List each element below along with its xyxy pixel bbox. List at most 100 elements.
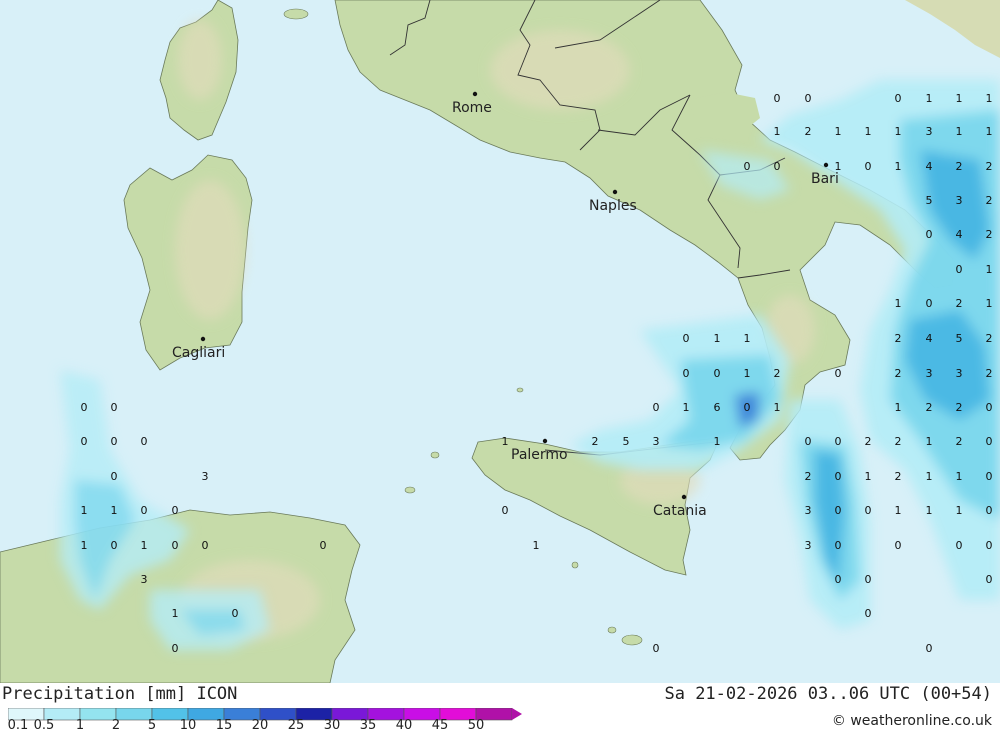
- precip-value: 1: [926, 470, 933, 483]
- precip-value: 0: [865, 504, 872, 517]
- city-label: Rome: [452, 100, 492, 116]
- precip-value: 2: [986, 228, 993, 241]
- precip-value: 0: [865, 573, 872, 586]
- precip-value: 5: [956, 332, 963, 345]
- precip-value: 0: [986, 539, 993, 552]
- precip-value: 2: [805, 470, 812, 483]
- precip-value: 0: [81, 435, 88, 448]
- precip-value: 1: [533, 539, 540, 552]
- precip-value: 2: [926, 401, 933, 414]
- legend-label: 35: [359, 718, 377, 733]
- precip-value: 1: [502, 435, 509, 448]
- precip-value: 2: [865, 435, 872, 448]
- precip-value: 0: [744, 401, 751, 414]
- precip-value: 0: [111, 401, 118, 414]
- precip-value: 2: [956, 160, 963, 173]
- precip-value: 2: [895, 435, 902, 448]
- precip-value: 1: [956, 92, 963, 105]
- precip-value: 2: [956, 401, 963, 414]
- precip-value: 1: [895, 160, 902, 173]
- precip-value: 0: [926, 642, 933, 655]
- precip-value: 0: [320, 539, 327, 552]
- precip-value: 1: [926, 504, 933, 517]
- legend-swatch: [115, 708, 153, 721]
- precip-value: 3: [956, 194, 963, 207]
- precip-value: 1: [956, 125, 963, 138]
- legend-label: 45: [431, 718, 449, 733]
- precip-value: 1: [986, 297, 993, 310]
- precip-value: 1: [111, 504, 118, 517]
- credit: © weatheronline.co.uk: [831, 713, 992, 729]
- legend-label: 0.1: [7, 718, 29, 733]
- precip-value: 1: [744, 367, 751, 380]
- precip-value: 0: [202, 539, 209, 552]
- precip-value: 2: [956, 435, 963, 448]
- precip-value: 0: [956, 263, 963, 276]
- precip-value: 0: [865, 607, 872, 620]
- precip-value: 0: [986, 401, 993, 414]
- precip-value: 3: [141, 573, 148, 586]
- product-title: Precipitation [mm] ICON: [2, 684, 238, 704]
- precip-value: 0: [835, 435, 842, 448]
- precip-value: 1: [81, 504, 88, 517]
- precip-value: 0: [232, 607, 239, 620]
- precip-value: 3: [805, 539, 812, 552]
- precip-value: 1: [926, 435, 933, 448]
- precip-value: 0: [805, 92, 812, 105]
- precip-value: 3: [202, 470, 209, 483]
- precip-value: 1: [895, 401, 902, 414]
- legend-label: 20: [251, 718, 269, 733]
- precip-value: 2: [956, 297, 963, 310]
- precip-value: 0: [141, 435, 148, 448]
- precip-value: 2: [986, 194, 993, 207]
- precip-value: 1: [172, 607, 179, 620]
- precip-value: 0: [926, 228, 933, 241]
- precip-value: 0: [744, 160, 751, 173]
- city-label: Bari: [811, 171, 839, 187]
- precip-value: 1: [683, 401, 690, 414]
- precip-value: 0: [865, 160, 872, 173]
- precip-value: 0: [774, 92, 781, 105]
- precip-value: 0: [835, 367, 842, 380]
- precip-value: 0: [81, 401, 88, 414]
- precip-value: 2: [895, 367, 902, 380]
- precip-value: 1: [865, 125, 872, 138]
- valid-time: Sa 21-02-2026 03..06 UTC (00+54): [664, 684, 992, 704]
- precip-value: 1: [895, 504, 902, 517]
- city-label: Cagliari: [172, 345, 225, 361]
- precip-value: 1: [986, 125, 993, 138]
- legend-swatch: [79, 708, 117, 721]
- precip-value: 0: [805, 435, 812, 448]
- precip-value: 1: [141, 539, 148, 552]
- precip-value: 0: [895, 539, 902, 552]
- precip-value: 0: [653, 642, 660, 655]
- precip-value: 0: [986, 504, 993, 517]
- precip-value: 6: [714, 401, 721, 414]
- legend-arrow: [512, 708, 522, 720]
- precip-value: 1: [714, 332, 721, 345]
- legend-label: 50: [467, 718, 485, 733]
- city-label: Naples: [589, 198, 637, 214]
- precip-value: 0: [774, 160, 781, 173]
- precip-value: 1: [714, 435, 721, 448]
- legend-label: 25: [287, 718, 305, 733]
- legend-label: 0.5: [33, 718, 55, 733]
- precip-value: 2: [805, 125, 812, 138]
- precip-value: 0: [986, 470, 993, 483]
- precip-value: 5: [926, 194, 933, 207]
- precip-value: 4: [926, 332, 933, 345]
- precip-value: 1: [926, 92, 933, 105]
- precip-value: 0: [714, 367, 721, 380]
- precip-value: 0: [835, 573, 842, 586]
- precip-value: 0: [683, 367, 690, 380]
- precip-value: 4: [956, 228, 963, 241]
- precip-value: 1: [865, 470, 872, 483]
- precip-value: 1: [774, 401, 781, 414]
- precip-value: 0: [111, 470, 118, 483]
- precip-value: 0: [502, 504, 509, 517]
- precip-value: 1: [774, 125, 781, 138]
- precipitation-map: 0 0 0 1 1 1 1 2 1 1 1 3 1 1 0 0 1 0 1 4 2 2 5 3 2 0 4 2 0 1 1 0 2 1 0 1 1 2 4 5…: [0, 0, 1000, 683]
- precip-value: 0: [111, 539, 118, 552]
- precip-value: 2: [986, 367, 993, 380]
- precip-value: 0: [111, 435, 118, 448]
